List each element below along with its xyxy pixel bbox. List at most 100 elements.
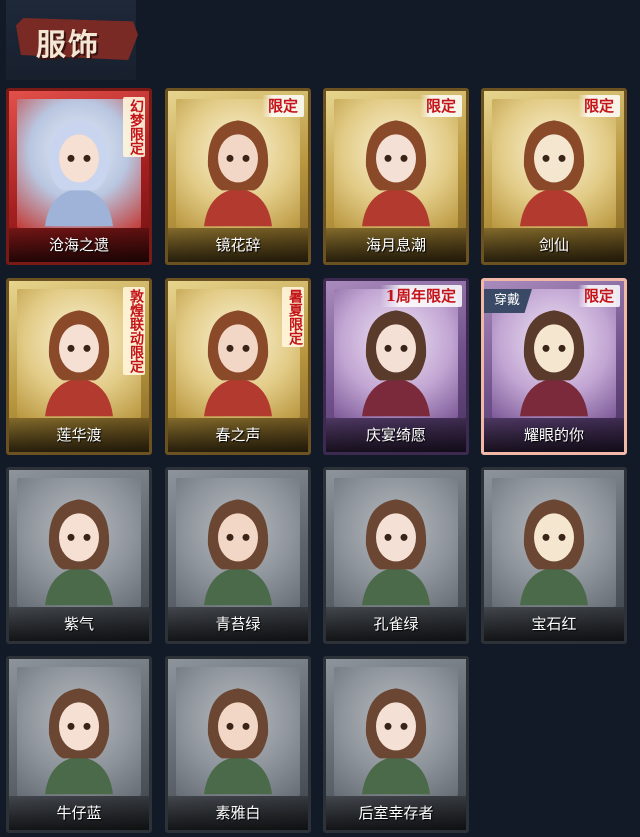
character-eye-right xyxy=(400,722,408,730)
costume-card[interactable]: 幻梦限定沧海之遗 xyxy=(6,88,152,265)
character-eye-right xyxy=(242,533,250,541)
costume-portrait-frame xyxy=(17,478,141,607)
character-body xyxy=(520,566,588,605)
character-body xyxy=(45,187,113,226)
costume-name: 牛仔蓝 xyxy=(9,796,149,830)
character-body xyxy=(45,566,113,605)
character-face xyxy=(376,133,416,182)
costume-name: 春之声 xyxy=(168,418,308,452)
costume-name: 海月息潮 xyxy=(326,228,466,262)
character-portrait xyxy=(362,687,430,794)
character-face xyxy=(376,512,416,561)
costume-card[interactable]: 后室幸存者 xyxy=(323,656,469,833)
character-face xyxy=(218,133,258,182)
limited-tag: 限定 xyxy=(577,95,620,117)
character-eye-right xyxy=(400,154,408,162)
character-eye-right xyxy=(400,533,408,541)
costume-card[interactable]: 孔雀绿 xyxy=(323,467,469,644)
character-portrait xyxy=(520,119,588,226)
character-face xyxy=(59,133,99,182)
costume-portrait-frame xyxy=(17,667,141,796)
character-eye-left xyxy=(384,344,392,352)
costume-name: 沧海之遗 xyxy=(9,228,149,262)
character-eye-right xyxy=(242,344,250,352)
character-body xyxy=(362,187,430,226)
character-body xyxy=(45,377,113,416)
character-body xyxy=(362,755,430,794)
costume-card[interactable]: 素雅白 xyxy=(165,656,311,833)
costume-card[interactable]: 暑夏限定 春之声 xyxy=(165,278,311,455)
costume-portrait-frame xyxy=(176,99,300,228)
costume-name: 耀眼的你 xyxy=(484,418,624,452)
character-body xyxy=(362,377,430,416)
character-eye-right xyxy=(242,722,250,730)
character-face xyxy=(534,133,574,182)
character-face xyxy=(218,323,258,372)
costume-card[interactable]: 限定 穿戴耀眼的你 xyxy=(481,278,627,455)
character-portrait xyxy=(204,498,272,605)
section-header: 服饰 xyxy=(6,0,138,80)
costume-card[interactable]: 牛仔蓝 xyxy=(6,656,152,833)
costume-card[interactable]: 紫气 xyxy=(6,467,152,644)
costume-portrait-frame xyxy=(334,478,458,607)
character-eye-left xyxy=(226,154,234,162)
character-eye-right xyxy=(558,154,566,162)
character-eye-right xyxy=(400,344,408,352)
character-portrait xyxy=(45,687,113,794)
limited-tag: 限定 xyxy=(577,285,620,307)
character-portrait xyxy=(45,119,113,226)
costume-name: 青苔绿 xyxy=(168,607,308,641)
character-body xyxy=(362,566,430,605)
character-face xyxy=(376,701,416,750)
character-eye-left xyxy=(226,344,234,352)
costume-card[interactable]: 敦煌联动限定 莲华渡 xyxy=(6,278,152,455)
costume-portrait-frame xyxy=(492,99,616,228)
character-portrait xyxy=(204,119,272,226)
character-eye-left xyxy=(384,722,392,730)
limited-tag: 幻梦限定 xyxy=(123,97,145,157)
costume-card[interactable]: 1周年限定 庆宴绮愿 xyxy=(323,278,469,455)
costume-card[interactable]: 限定海月息潮 xyxy=(323,88,469,265)
character-body xyxy=(204,377,272,416)
character-eye-left xyxy=(67,722,75,730)
character-face xyxy=(218,701,258,750)
costume-name: 后室幸存者 xyxy=(326,796,466,830)
costume-portrait-frame xyxy=(176,667,300,796)
character-portrait xyxy=(362,498,430,605)
character-portrait xyxy=(45,498,113,605)
character-eye-left xyxy=(384,533,392,541)
character-eye-right xyxy=(242,154,250,162)
costume-card[interactable]: 宝石红 xyxy=(481,467,627,644)
character-eye-right xyxy=(558,344,566,352)
character-eye-left xyxy=(542,154,550,162)
character-body xyxy=(45,755,113,794)
costume-name: 剑仙 xyxy=(484,228,624,262)
character-portrait xyxy=(204,687,272,794)
costume-card[interactable]: 限定 镜花辞 xyxy=(165,88,311,265)
character-body xyxy=(204,566,272,605)
limited-tag: 限定 xyxy=(261,95,304,117)
costume-card[interactable]: 限定剑仙 xyxy=(481,88,627,265)
character-eye-left xyxy=(67,154,75,162)
character-body xyxy=(204,187,272,226)
costume-name: 庆宴绮愿 xyxy=(326,418,466,452)
character-eye-left xyxy=(542,533,550,541)
character-portrait xyxy=(362,309,430,416)
limited-tag: 限定 xyxy=(419,95,462,117)
character-face xyxy=(59,512,99,561)
costume-name: 莲华渡 xyxy=(9,418,149,452)
costume-name: 孔雀绿 xyxy=(326,607,466,641)
costume-portrait-frame xyxy=(334,289,458,418)
character-face xyxy=(59,323,99,372)
character-portrait xyxy=(204,309,272,416)
costume-name: 宝石红 xyxy=(484,607,624,641)
wearing-badge: 穿戴 xyxy=(484,289,532,313)
costume-card[interactable]: 青苔绿 xyxy=(165,467,311,644)
character-eye-right xyxy=(83,722,91,730)
character-eye-left xyxy=(384,154,392,162)
character-eye-left xyxy=(67,344,75,352)
costume-portrait-frame xyxy=(334,667,458,796)
character-eye-left xyxy=(226,533,234,541)
section-title: 服饰 xyxy=(36,28,100,63)
character-eye-left xyxy=(67,533,75,541)
